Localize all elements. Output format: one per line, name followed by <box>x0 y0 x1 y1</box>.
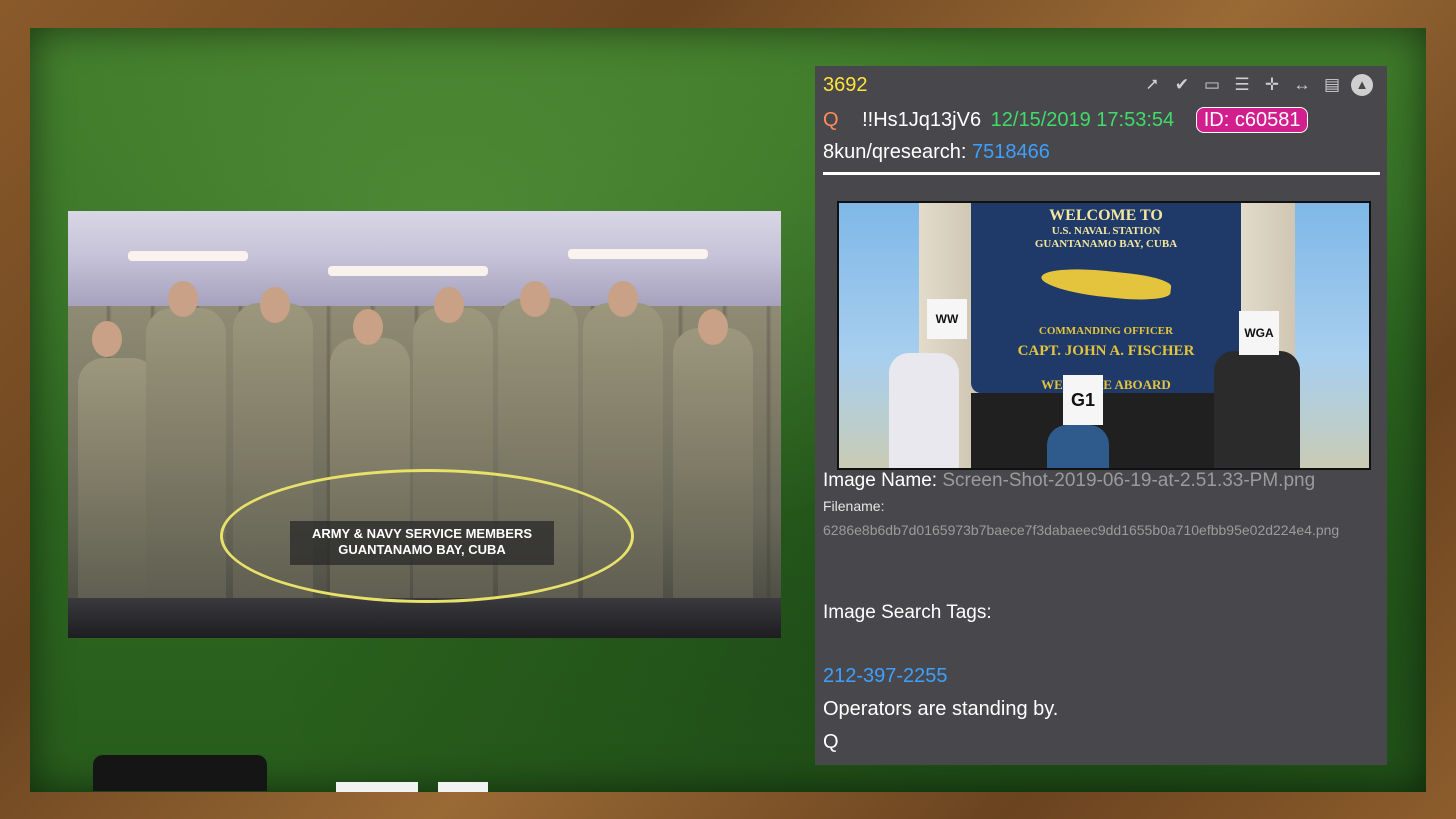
photo-caption: ARMY & NAVY SERVICE MEMBERS GUANTANAMO B… <box>290 521 554 565</box>
soldier-head <box>520 281 550 317</box>
person-figure <box>889 353 959 468</box>
sign-line: GUANTANAMO BAY, CUBA <box>1034 238 1178 250</box>
image-name-label: Image Name: <box>823 470 938 491</box>
filename-value: 6286e8b6db7d0165973b7baece7f3dabaeec9dd1… <box>823 522 1340 538</box>
board-label: 8kun/qresearch: <box>823 141 967 163</box>
person-figure <box>1047 425 1109 468</box>
board-line: 8kun/qresearch: 7518466 <box>823 141 1050 164</box>
vr-icon[interactable]: ▭ <box>1201 74 1223 96</box>
post-number[interactable]: 3692 <box>823 74 868 97</box>
ceiling-light <box>568 249 708 259</box>
ceiling-light <box>128 251 248 261</box>
image-name-line: Image Name: Screen-Shot-2019-06-19-at-2.… <box>823 470 1315 492</box>
bottom-eraser <box>93 755 267 791</box>
clipboard-check-icon[interactable]: ✔ <box>1171 74 1193 96</box>
move-icon[interactable]: ✛ <box>1261 74 1283 96</box>
chalk-piece <box>438 782 488 792</box>
base-sign: WELCOME TO U.S. NAVAL STATION GUANTANAMO… <box>971 203 1241 393</box>
post-header: Q !!Hs1Jq13jV6 12/15/2019 17:53:54 ID: c… <box>823 107 1309 133</box>
post-signature: Q <box>823 731 839 753</box>
share-icon[interactable]: ⭧ <box>1141 74 1163 96</box>
photo-floor <box>68 598 781 638</box>
chalk-piece <box>336 782 418 792</box>
sign-card-wga: WGA <box>1239 311 1279 355</box>
soldier-head <box>92 321 122 357</box>
sign-line: U.S. NAVAL STATION <box>1051 225 1161 237</box>
caption-line-2: GUANTANAMO BAY, CUBA <box>338 542 506 557</box>
filename-label: Filename: <box>823 498 885 514</box>
soldier-head <box>168 281 198 317</box>
post-message: Operators are standing by. <box>823 698 1059 720</box>
post-toolbar: ⭧ ✔ ▭ ☰ ✛ ↔ ▤ ▲ <box>1141 74 1373 96</box>
document-icon[interactable]: ☰ <box>1231 74 1253 96</box>
sign-line: WELCOME TO <box>1049 207 1163 224</box>
sign-card-g1: G1 <box>1063 375 1103 425</box>
post-panel: 3692 ⭧ ✔ ▭ ☰ ✛ ↔ ▤ ▲ Q !!Hs1Jq13jV6 12/1… <box>815 66 1387 765</box>
post-datetime: 12/15/2019 17:53:54 <box>990 109 1175 131</box>
soldier-figure <box>673 328 753 608</box>
thread-link[interactable]: 7518466 <box>972 141 1050 163</box>
resize-horizontal-icon[interactable]: ↔ <box>1291 74 1313 96</box>
sign-line: WELCOME ABOARD <box>1041 377 1171 392</box>
soldier-head <box>434 287 464 323</box>
image-name-value[interactable]: Screen-Shot-2019-06-19-at-2.51.33-PM.png <box>942 470 1315 491</box>
phone-link[interactable]: 212-397-2255 <box>823 665 948 688</box>
soldier-head <box>260 287 290 323</box>
post-author: Q <box>823 109 839 131</box>
circle-a-icon[interactable]: ▲ <box>1351 74 1373 96</box>
sign-line: COMMANDING OFFICER <box>1038 325 1174 337</box>
sign-line: CAPT. JOHN A. FISCHER <box>1017 343 1195 359</box>
cuba-map-shape <box>1039 264 1173 304</box>
tags-label: Image Search Tags: <box>823 602 992 623</box>
clipboard-icon[interactable]: ▤ <box>1321 74 1343 96</box>
soldiers-photo: ARMY & NAVY SERVICE MEMBERS GUANTANAMO B… <box>68 211 781 638</box>
post-tripcode: !!Hs1Jq13jV6 <box>862 109 982 131</box>
sign-card-ww: WW <box>927 299 967 339</box>
soldier-head <box>698 309 728 345</box>
soldier-head <box>353 309 383 345</box>
post-id-badge[interactable]: ID: c60581 <box>1195 107 1309 133</box>
soldier-head <box>608 281 638 317</box>
ceiling-light <box>328 266 488 276</box>
caption-line-1: ARMY & NAVY SERVICE MEMBERS <box>311 526 533 541</box>
header-divider <box>823 172 1380 175</box>
post-image[interactable]: WELCOME TO U.S. NAVAL STATION GUANTANAMO… <box>837 201 1371 470</box>
person-figure <box>1214 351 1300 468</box>
soldier-figure <box>146 308 226 608</box>
